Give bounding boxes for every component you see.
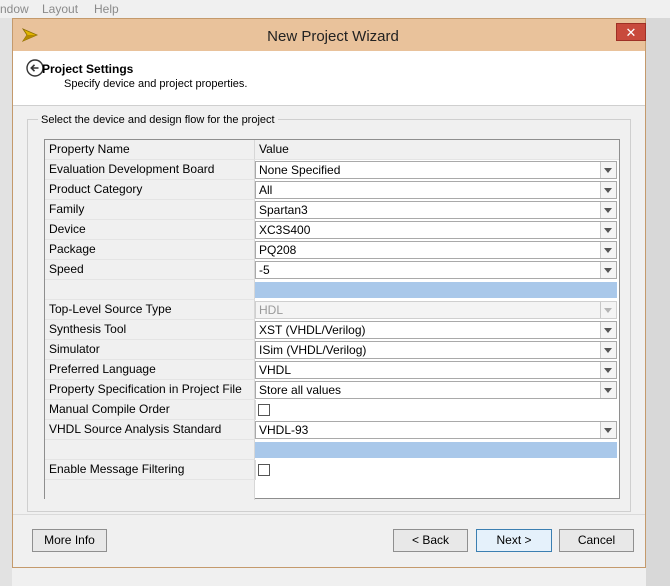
- chevron-down-icon[interactable]: [600, 182, 616, 198]
- chevron-down-icon[interactable]: [600, 242, 616, 258]
- next-button[interactable]: Next >: [476, 529, 552, 552]
- dropdown-value: ISim (VHDL/Verilog): [259, 343, 367, 357]
- cancel-button[interactable]: Cancel: [559, 529, 634, 552]
- dropdown-value: None Specified: [259, 163, 341, 177]
- wizard-dialog: New Project Wizard ✕ Project Settings Sp…: [12, 18, 646, 568]
- title-bar[interactable]: New Project Wizard ✕: [13, 19, 646, 51]
- header-title: Project Settings: [42, 62, 134, 76]
- property-name: Evaluation Development Board: [45, 160, 255, 180]
- chevron-down-icon[interactable]: [600, 382, 616, 398]
- empty-name-cell: [45, 480, 255, 500]
- property-name: Preferred Language: [45, 360, 255, 380]
- chevron-down-icon: [600, 302, 616, 318]
- dropdown-value: PQ208: [259, 243, 297, 257]
- background-app-left: [0, 18, 12, 586]
- enable-message-filtering-checkbox[interactable]: [258, 464, 270, 476]
- back-button[interactable]: < Back: [393, 529, 468, 552]
- table-row: Top-Level Source Type HDL: [45, 300, 619, 320]
- property-name: Simulator: [45, 340, 255, 360]
- vhdl-standard-dropdown[interactable]: VHDL-93: [255, 421, 617, 439]
- property-name: Speed: [45, 260, 255, 280]
- groupbox-legend: Select the device and design flow for th…: [38, 114, 278, 126]
- menu-item-layout[interactable]: Layout: [42, 2, 78, 16]
- wizard-header: Project Settings Specify device and proj…: [13, 51, 645, 106]
- menu-bar: ndow Layout Help: [0, 0, 670, 18]
- property-name: Enable Message Filtering: [45, 460, 255, 480]
- dropdown-value: All: [259, 183, 273, 197]
- table-row: Product Category All: [45, 180, 619, 200]
- package-dropdown[interactable]: PQ208: [255, 241, 617, 259]
- manual-compile-order-checkbox[interactable]: [258, 404, 270, 416]
- property-name: VHDL Source Analysis Standard: [45, 420, 255, 440]
- table-row: Device XC3S400: [45, 220, 619, 240]
- chevron-down-icon[interactable]: [600, 342, 616, 358]
- dropdown-value: XST (VHDL/Verilog): [259, 323, 366, 337]
- property-name: Synthesis Tool: [45, 320, 255, 340]
- property-name: Package: [45, 240, 255, 260]
- synthesis-tool-dropdown[interactable]: XST (VHDL/Verilog): [255, 321, 617, 339]
- footer-divider: [13, 514, 645, 515]
- column-header-value: Value: [255, 140, 619, 160]
- chevron-down-icon[interactable]: [600, 162, 616, 178]
- family-dropdown[interactable]: Spartan3: [255, 201, 617, 219]
- property-name: Family: [45, 200, 255, 220]
- property-grid: Property Name Value Evaluation Developme…: [44, 139, 620, 500]
- property-name: Device: [45, 220, 255, 240]
- simulator-dropdown[interactable]: ISim (VHDL/Verilog): [255, 341, 617, 359]
- table-row: Enable Message Filtering: [45, 460, 619, 480]
- empty-name-cell: [45, 280, 255, 300]
- table-row: Synthesis Tool XST (VHDL/Verilog): [45, 320, 619, 340]
- header-subtitle: Specify device and project properties.: [64, 78, 248, 90]
- product-category-dropdown[interactable]: All: [255, 181, 617, 199]
- property-name: Top-Level Source Type: [45, 300, 255, 320]
- filler-row: [45, 480, 619, 500]
- menu-item-window[interactable]: ndow: [0, 2, 29, 16]
- dialog-title: New Project Wizard: [267, 28, 399, 45]
- property-name: Property Specification in Project File: [45, 380, 255, 400]
- dropdown-value: Store all values: [259, 383, 342, 397]
- dropdown-value: Spartan3: [259, 203, 308, 217]
- dropdown-value: XC3S400: [259, 223, 311, 237]
- dropdown-value: VHDL-93: [259, 423, 309, 437]
- top-level-source-type-dropdown: HDL: [255, 301, 617, 319]
- chevron-down-icon[interactable]: [600, 322, 616, 338]
- chevron-down-icon[interactable]: [600, 202, 616, 218]
- empty-name-cell: [45, 440, 255, 460]
- evaluation-board-dropdown[interactable]: None Specified: [255, 161, 617, 179]
- table-row: Evaluation Development Board None Specif…: [45, 160, 619, 180]
- selection-highlight: [255, 442, 617, 458]
- selection-highlight: [255, 282, 617, 298]
- background-app-right: [646, 18, 670, 586]
- table-row: Family Spartan3: [45, 200, 619, 220]
- grid-header-row: Property Name Value: [45, 140, 619, 160]
- column-header-property-name: Property Name: [45, 140, 255, 160]
- property-name: Manual Compile Order: [45, 400, 255, 420]
- table-row: VHDL Source Analysis Standard VHDL-93: [45, 420, 619, 440]
- speed-dropdown[interactable]: -5: [255, 261, 617, 279]
- dropdown-value: VHDL: [259, 363, 292, 377]
- more-info-button[interactable]: More Info: [32, 529, 107, 552]
- table-row: Package PQ208: [45, 240, 619, 260]
- table-row: Simulator ISim (VHDL/Verilog): [45, 340, 619, 360]
- dropdown-value: -5: [259, 263, 270, 277]
- separator-row: [45, 440, 619, 460]
- chevron-down-icon[interactable]: [600, 422, 616, 438]
- table-row: Property Specification in Project File S…: [45, 380, 619, 400]
- table-row: Manual Compile Order: [45, 400, 619, 420]
- menu-item-help[interactable]: Help: [94, 2, 119, 16]
- chevron-down-icon[interactable]: [600, 222, 616, 238]
- property-name: Product Category: [45, 180, 255, 200]
- chevron-down-icon[interactable]: [600, 262, 616, 278]
- table-row: Preferred Language VHDL: [45, 360, 619, 380]
- preferred-language-dropdown[interactable]: VHDL: [255, 361, 617, 379]
- dropdown-value: HDL: [259, 303, 284, 317]
- device-dropdown[interactable]: XC3S400: [255, 221, 617, 239]
- separator-row: [45, 280, 619, 300]
- close-button[interactable]: ✕: [616, 23, 646, 41]
- property-specification-dropdown[interactable]: Store all values: [255, 381, 617, 399]
- table-row: Speed -5: [45, 260, 619, 280]
- chevron-down-icon[interactable]: [600, 362, 616, 378]
